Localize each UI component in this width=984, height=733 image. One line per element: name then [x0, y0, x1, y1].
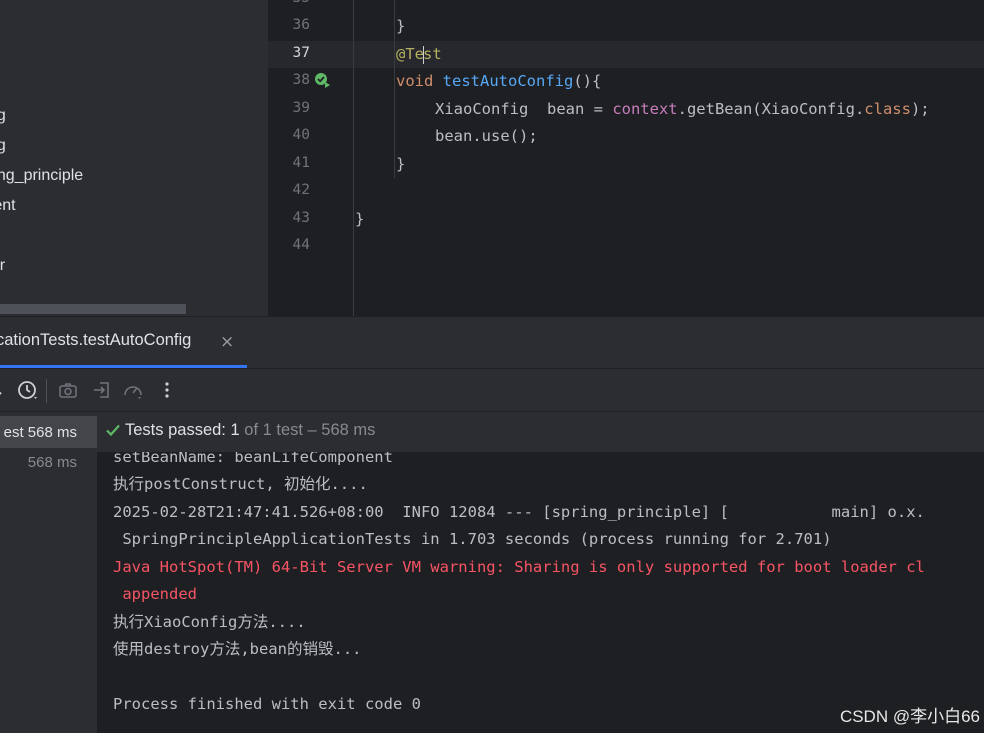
console-line: Process finished with exit code 0: [113, 695, 421, 713]
console-error-line: appended: [113, 585, 197, 603]
line-number: 35: [268, 0, 310, 6]
indent-guide: [394, 0, 395, 178]
test-node-label[interactable]: est 568 ms: [4, 424, 77, 441]
tree-item[interactable]: ring_principle: [0, 162, 83, 190]
tree-item-label: nfig: [0, 107, 6, 124]
import-icon[interactable]: [91, 379, 113, 401]
code-editor[interactable]: 35 36 37 38 39 40 41 42 43 44 } @Test vo…: [268, 0, 984, 316]
line-number: 39: [292, 100, 310, 116]
run-test-icon[interactable]: [314, 72, 332, 90]
line-number: 44: [292, 237, 310, 253]
passed-label: Tests passed:: [125, 421, 226, 439]
code-line: }: [355, 210, 365, 228]
console-error-line: Java HotSpot(TM) 64-Bit Server VM warnin…: [113, 558, 925, 576]
console-line: 执行XiaoConfig方法....: [113, 613, 306, 631]
project-tree-panel: nfig nfig ring_principle ment ner: [0, 0, 268, 316]
gauge-icon[interactable]: [122, 379, 144, 401]
code-line: XiaoConfig bean = context.getBean(XiaoCo…: [435, 100, 930, 118]
tree-item-label: nfig: [0, 137, 6, 154]
console-output[interactable]: setBeanName: beanLifeComponent 执行postCon…: [97, 452, 984, 733]
tab-run-configuration[interactable]: cationTests.testAutoConfig: [0, 331, 191, 350]
line-number: 36: [292, 17, 310, 33]
code-line: }: [396, 17, 406, 35]
passed-detail: of 1 test – 568 ms: [244, 421, 376, 439]
chevron-down-icon[interactable]: [0, 379, 12, 401]
passed-count: 1: [230, 421, 240, 439]
tree-item-label: ner: [0, 257, 6, 274]
camera-icon[interactable]: [57, 379, 79, 401]
line-number: 42: [292, 182, 310, 198]
test-results-tree: est 568 ms 568 ms: [0, 412, 97, 733]
indent-guide: [353, 0, 354, 316]
check-icon: [106, 424, 120, 437]
console-line: 2025-02-28T21:47:41.526+08:00 INFO 12084…: [113, 503, 925, 521]
more-icon[interactable]: [156, 379, 178, 401]
line-number: 38: [292, 72, 310, 88]
tests-passed-summary: Tests passed: 1 of 1 test – 568 ms: [125, 421, 375, 440]
close-icon[interactable]: ×: [220, 332, 234, 352]
watermark: CSDN @李小白66: [839, 707, 980, 726]
clock-icon[interactable]: [16, 379, 38, 401]
code-line: void testAutoConfig(){: [396, 72, 602, 90]
tree-item[interactable]: nfig: [0, 132, 6, 160]
line-number: 37: [292, 45, 310, 61]
test-node-time[interactable]: 568 ms: [28, 454, 77, 471]
current-line-highlight: [268, 41, 984, 68]
run-tool-window-tabs: cationTests.testAutoConfig ×: [0, 316, 984, 368]
line-number: 43: [292, 210, 310, 226]
horizontal-scrollbar[interactable]: [0, 304, 186, 314]
code-line: bean.use();: [435, 127, 538, 145]
toolbar-separator: [46, 379, 47, 403]
line-number: 41: [292, 155, 310, 171]
tree-item[interactable]: ner: [0, 252, 5, 280]
console-line: 使用destroy方法,bean的销毁...: [113, 640, 362, 658]
code-line: }: [396, 155, 406, 173]
code-line: @Test: [396, 45, 442, 64]
test-status-bar: Tests passed: 1 of 1 test – 568 ms: [97, 412, 984, 452]
tree-item[interactable]: ment: [0, 192, 16, 220]
line-number: 40: [292, 127, 310, 143]
tree-item[interactable]: nfig: [0, 102, 6, 130]
tab-label: cationTests.testAutoConfig: [0, 331, 192, 349]
console-line: SpringPrincipleApplicationTests in 1.703…: [113, 530, 832, 548]
run-toolbar: [0, 368, 984, 412]
console-line: setBeanName: beanLifeComponent: [113, 452, 393, 466]
console-line: 执行postConstruct, 初始化....: [113, 475, 368, 493]
tree-item-label: ring_principle: [0, 167, 84, 184]
tree-item-label: ment: [0, 197, 16, 214]
